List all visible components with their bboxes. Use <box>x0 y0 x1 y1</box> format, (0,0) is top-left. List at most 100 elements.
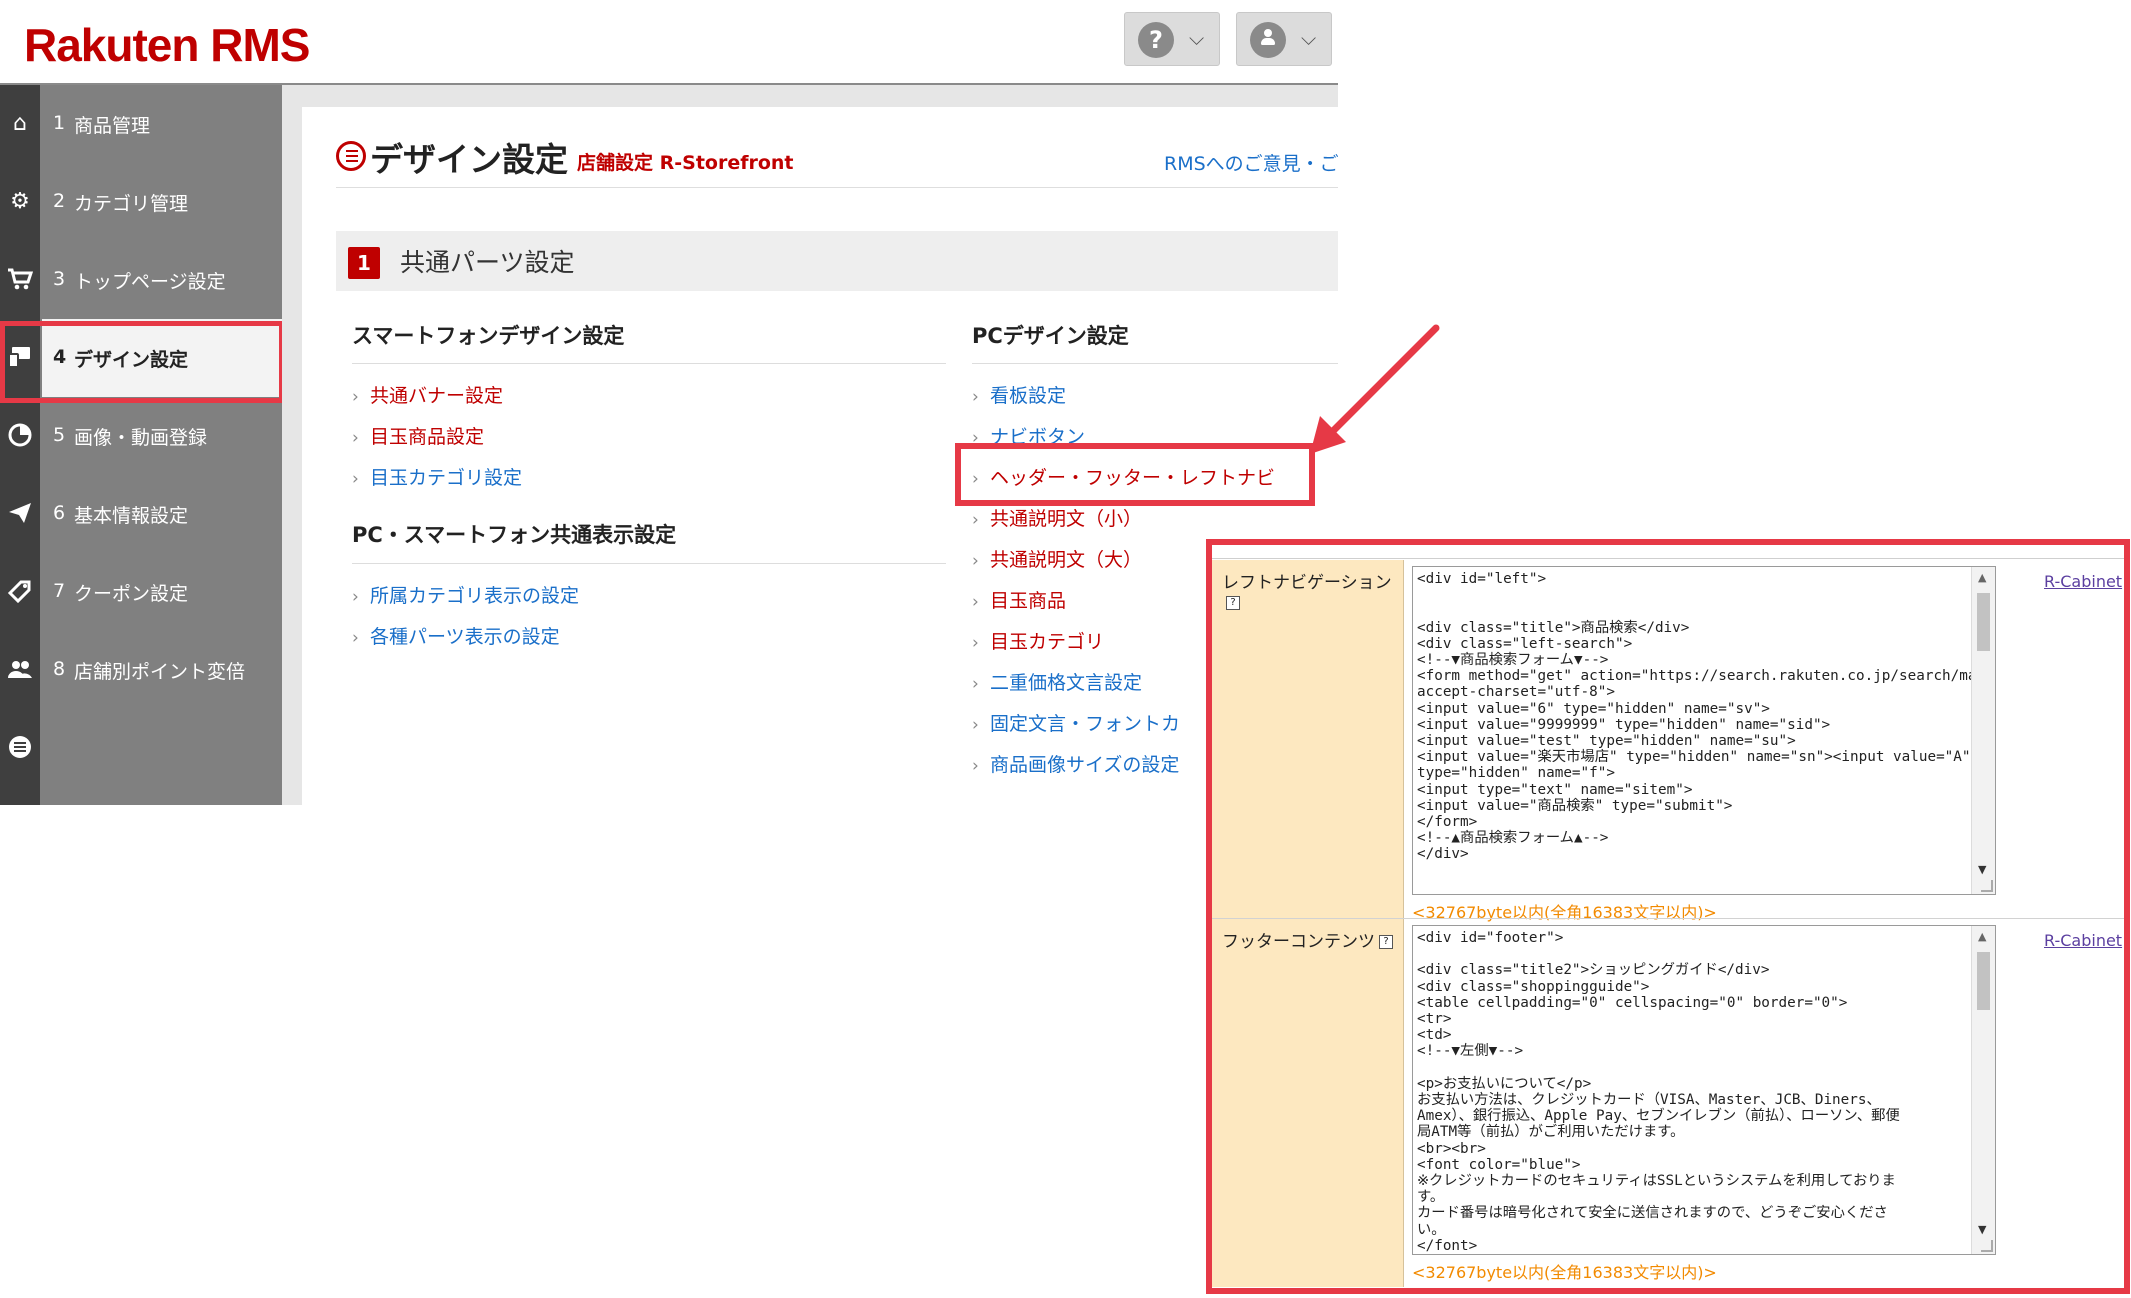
link-label: 二重価格文言設定 <box>990 672 1143 694</box>
sidebar-item-label: カテゴリ管理 <box>74 193 189 215</box>
chevron-right-icon: › <box>972 551 979 571</box>
feedback-link[interactable]: RMSへのご意見・ご <box>1164 149 1338 176</box>
column-divider <box>972 363 1338 364</box>
scroll-thumb[interactable] <box>1977 593 1990 651</box>
link-product-image-size[interactable]: › 商品画像サイズの設定 <box>972 750 1179 777</box>
code-editor-overlay: レフトナビゲーション? <div id="left"> <div class="… <box>1206 539 2130 1294</box>
sidebar-item-label: 画像・動画登録 <box>74 427 208 449</box>
sidebar-item-label: 基本情報設定 <box>74 505 189 527</box>
pc-design-heading: PCデザイン設定 <box>972 324 1129 348</box>
footer-byte-limit: <32767byte以内(全角16383文字以内)> <box>1412 1263 1717 1282</box>
link-category-display[interactable]: › 所属カテゴリ表示の設定 <box>352 581 579 608</box>
footer-r-cabinet-link[interactable]: R-Cabinet <box>2044 931 2122 950</box>
sidebar-item-label: 店舗別ポイント変倍 <box>74 661 246 683</box>
column-divider <box>352 563 946 564</box>
sidebar-item-label: クーポン設定 <box>74 583 189 605</box>
home-icon: ⌂ <box>13 111 27 136</box>
user-menu-button[interactable]: ⌵ <box>1236 12 1332 66</box>
label-cell: フッターコンテンツ? <box>1212 919 1404 1287</box>
cart-icon <box>6 267 34 293</box>
scroll-down-icon: ▼ <box>1978 863 1987 876</box>
link-common-banner[interactable]: › 共通バナー設定 <box>352 381 503 408</box>
scroll-down-icon: ▼ <box>1978 1223 1987 1236</box>
sidebar-item-category-management[interactable]: ⚙ 2 カテゴリ管理 <box>0 163 282 241</box>
left-nav-r-cabinet-link[interactable]: R-Cabinet <box>2044 572 2122 591</box>
sidebar-item-number: 8 <box>53 658 66 680</box>
sidebar-item-label: トップページ設定 <box>74 271 226 293</box>
help-menu-button[interactable]: ? ⌵ <box>1124 12 1220 66</box>
sidebar-item-more[interactable] <box>0 709 282 787</box>
chevron-right-icon: › <box>972 592 979 612</box>
help-icon[interactable]: ? <box>1226 596 1240 610</box>
link-label: 目玉カテゴリ設定 <box>370 467 523 489</box>
link-label: 目玉商品設定 <box>370 426 485 448</box>
chevron-right-icon: › <box>972 633 979 653</box>
page-subtitle: 店舗設定 R-Storefront <box>577 152 794 174</box>
link-signboard[interactable]: › 看板設定 <box>972 381 1066 408</box>
sidebar-item-image-video[interactable]: 5 画像・動画登録 <box>0 397 282 475</box>
link-fixed-text-font[interactable]: › 固定文言・フォントカ <box>972 709 1180 736</box>
sidebar-item-number: 5 <box>53 424 66 446</box>
section-header: 1 共通パーツ設定 <box>336 231 1338 291</box>
resize-handle-icon[interactable] <box>1981 1240 1993 1252</box>
link-featured-product[interactable]: › 目玉商品設定 <box>352 422 484 449</box>
chevron-right-icon: › <box>352 469 359 489</box>
link-label: 看板設定 <box>990 385 1067 407</box>
footer-row: フッターコンテンツ? <div id="footer"> <div class=… <box>1212 919 2124 1287</box>
left-nav-label: レフトナビゲーション? <box>1222 568 1392 613</box>
link-double-price[interactable]: › 二重価格文言設定 <box>972 668 1142 695</box>
link-label: 目玉カテゴリ <box>990 631 1105 653</box>
chevron-right-icon: › <box>352 387 359 407</box>
sidebar-item-label: 商品管理 <box>74 115 151 137</box>
textarea-scrollbar[interactable]: ▲ ▼ <box>1971 567 1995 894</box>
chevron-down-icon: ⌵ <box>1189 26 1205 50</box>
common-display-heading: PC・スマートフォン共通表示設定 <box>352 523 677 547</box>
left-nav-label-text: レフトナビゲーション <box>1222 573 1392 593</box>
chevron-right-icon: › <box>972 715 979 735</box>
chevron-right-icon: › <box>352 428 359 448</box>
link-featured-categories[interactable]: › 目玉カテゴリ <box>972 627 1104 654</box>
sidebar-item-top-page[interactable]: 3 トップページ設定 <box>0 241 282 319</box>
header-footer-leftnav-highlight-box <box>955 443 1315 506</box>
link-parts-display[interactable]: › 各種パーツ表示の設定 <box>352 622 560 649</box>
section-number-badge: 1 <box>348 247 380 279</box>
footer-textarea[interactable]: <div id="footer"> <div class="title2">ショ… <box>1412 925 1996 1255</box>
smartphone-design-heading: スマートフォンデザイン設定 <box>352 324 625 348</box>
sidebar-item-number: 7 <box>53 580 66 602</box>
list-icon <box>6 735 34 761</box>
footer-label: フッターコンテンツ? <box>1222 927 1393 952</box>
resize-handle-icon[interactable] <box>1981 880 1993 892</box>
chevron-right-icon: › <box>972 674 979 694</box>
help-icon[interactable]: ? <box>1379 935 1393 949</box>
chevron-right-icon: › <box>352 628 359 648</box>
page-title: デザイン設定 <box>370 140 568 179</box>
coupon-icon <box>6 579 34 605</box>
annotation-arrow <box>1310 324 1440 454</box>
link-featured-items[interactable]: › 目玉商品 <box>972 586 1066 613</box>
sidebar-item-store-points[interactable]: 8 店舗別ポイント変倍 <box>0 631 282 709</box>
column-divider <box>352 363 946 364</box>
link-common-desc-small[interactable]: › 共通説明文（小） <box>972 504 1142 531</box>
link-common-desc-large[interactable]: › 共通説明文（大） <box>972 545 1142 572</box>
link-label: 商品画像サイズの設定 <box>990 754 1180 776</box>
textarea-scrollbar[interactable]: ▲ ▼ <box>1971 926 1995 1254</box>
left-nav-textarea[interactable]: <div id="left"> <div class="title">商品検索<… <box>1412 566 1996 895</box>
left-nav-code: <div id="left"> <div class="title">商品検索<… <box>1417 571 1995 863</box>
sidebar-item-coupon[interactable]: 7 クーポン設定 <box>0 553 282 631</box>
sidebar-item-product-management[interactable]: ⌂ 1 商品管理 <box>0 85 282 163</box>
link-label: 各種パーツ表示の設定 <box>370 626 560 648</box>
chevron-right-icon: › <box>972 756 979 776</box>
scroll-thumb[interactable] <box>1977 952 1990 1010</box>
link-label: 共通説明文（大） <box>990 549 1143 571</box>
rakuten-rms-logo[interactable]: Rakuten RMS <box>24 18 310 72</box>
sidebar-item-basic-info[interactable]: 6 基本情報設定 <box>0 475 282 553</box>
link-featured-category[interactable]: › 目玉カテゴリ設定 <box>352 463 522 490</box>
title-divider <box>336 187 1338 188</box>
sidebar-item-number: 6 <box>53 502 66 524</box>
link-label: 共通説明文（小） <box>990 508 1143 530</box>
sidebar-item-number: 1 <box>53 112 66 134</box>
list-icon <box>336 141 366 171</box>
chevron-right-icon: › <box>972 387 979 407</box>
sidebar: ⌂ 1 商品管理 ⚙ 2 カテゴリ管理 3 トップページ設定 4 デザイン設定 … <box>0 85 282 805</box>
chevron-down-icon: ⌵ <box>1301 26 1317 50</box>
